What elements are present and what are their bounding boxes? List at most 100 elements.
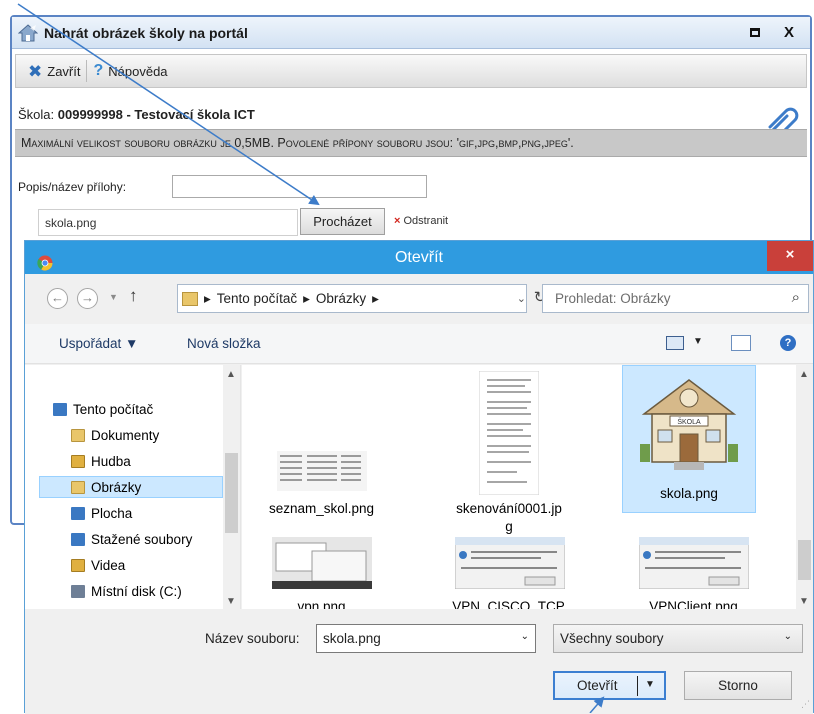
new-folder-button[interactable]: Nová složka (187, 336, 261, 351)
scroll-up-icon[interactable]: ▲ (799, 369, 809, 380)
nav-item-label: Místní disk (C:) (91, 583, 182, 599)
file-tile[interactable]: VPNClient.png (626, 533, 761, 609)
file-scrollbar[interactable]: ▲ ▼ (796, 365, 813, 609)
nav-item-downloads[interactable]: Stažené soubory (71, 528, 192, 550)
documents-icon (71, 428, 85, 442)
filetype-dropdown-icon: ⌄ (783, 631, 792, 642)
portal-titlebar: Nahrát obrázek školy na portál X (12, 17, 810, 49)
remove-link[interactable]: × Odstranit (394, 215, 448, 227)
file-tile[interactable]: VPN_CISCO_TCP. (442, 533, 577, 609)
downloads-icon (71, 532, 85, 546)
file-name: skola.png (660, 486, 718, 501)
close-button[interactable]: ✖ Zavřít (22, 55, 86, 87)
nav-scroll-thumb[interactable] (225, 453, 238, 533)
remove-label: Odstranit (403, 215, 449, 227)
nav-item-label: Plocha (91, 505, 133, 521)
scroll-up-icon[interactable]: ▲ (226, 369, 236, 380)
portal-toolbar: ✖ Zavřít ? Nápověda (15, 54, 807, 88)
file-name: VPN_CISCO_TCP. (452, 599, 567, 609)
navigation-pane: Tento počítač Dokumenty Hudba Obrázky Pl… (25, 365, 241, 609)
maximize-button[interactable] (749, 28, 760, 37)
pictures-icon (71, 480, 85, 494)
help-button[interactable]: ? Nápověda (87, 55, 173, 87)
open-dropdown-icon[interactable]: ▼ (645, 679, 655, 690)
file-tile[interactable]: vpn.png (254, 533, 389, 609)
school-house-icon (17, 23, 39, 42)
dialog-titlebar: Otevřít × (25, 241, 813, 274)
file-thumbnail (276, 451, 367, 491)
filename-label: Název souboru: (205, 631, 300, 646)
command-bar: Uspořádat ▼ Nová složka ▼ ? (25, 324, 813, 364)
filename-input[interactable]: skola.png ⌄ (316, 624, 536, 653)
question-icon: ? (93, 62, 104, 79)
file-scroll-thumb[interactable] (798, 540, 811, 580)
description-label: Popis/název přílohy: (18, 180, 127, 194)
search-input[interactable]: Prohledat: Obrázky ⌕ (542, 284, 809, 313)
portal-title: Nahrát obrázek školy na portál (44, 24, 248, 41)
nav-item-label: Videa (91, 557, 126, 573)
music-icon (71, 454, 85, 468)
upload-notice: Maximální velikost souboru obrázku je 0,… (15, 129, 807, 157)
forward-arrow-icon: → (77, 288, 98, 309)
scroll-down-icon[interactable]: ▼ (799, 596, 809, 607)
scroll-down-icon[interactable]: ▼ (226, 596, 236, 607)
nav-item-pictures[interactable]: Obrázky (39, 476, 223, 498)
close-label: Zavřít (47, 63, 81, 79)
address-bar: ← → ▼ ↑ ▸ Tento počítač ▸ Obrázky ▸ ⌄ ↻ … (25, 274, 813, 324)
nav-item-label: Obrázky (91, 479, 142, 495)
path-dropdown-icon[interactable]: ⌄ (517, 292, 526, 305)
school-label: Škola: (18, 107, 55, 122)
path-breadcrumb[interactable]: ▸ Tento počítač ▸ Obrázky ▸ ⌄ (177, 284, 527, 313)
open-file-dialog: Otevřít × ← → ▼ ↑ ▸ Tento počítač ▸ Obrá… (24, 240, 814, 714)
breadcrumb-pictures[interactable]: Obrázky (316, 291, 366, 306)
file-tile[interactable]: seznam_skol.png (254, 443, 389, 518)
file-list: seznam_skol.png skenování0001.jpg ŠKOLA … (242, 365, 813, 609)
filetype-select[interactable]: Všechny soubory ⌄ (553, 624, 803, 653)
file-name: skenování0001.jpg (456, 501, 562, 534)
breadcrumb-separator-icon: ▸ (372, 290, 379, 306)
dialog-close-button[interactable]: × (767, 241, 813, 271)
browse-button[interactable]: Procházet (300, 208, 385, 235)
close-window-button[interactable]: X (784, 25, 794, 40)
nav-scrollbar[interactable]: ▲ ▼ (223, 365, 240, 609)
help-label: Nápověda (108, 63, 168, 79)
nav-item-documents[interactable]: Dokumenty (71, 424, 159, 446)
back-button[interactable]: ← (47, 288, 68, 309)
nav-item-music[interactable]: Hudba (71, 450, 131, 472)
nav-item-label: Dokumenty (91, 427, 160, 443)
remove-icon: × (394, 215, 401, 227)
chrome-icon (37, 250, 53, 271)
resize-grip-icon[interactable]: ⋰ (801, 699, 810, 710)
nav-item-videos[interactable]: Videa (71, 554, 125, 576)
open-label: Otevřít (577, 678, 618, 693)
cancel-button[interactable]: Storno (684, 671, 792, 700)
breadcrumb-computer[interactable]: Tento počítač (217, 291, 297, 306)
view-dropdown-icon[interactable]: ▼ (693, 336, 703, 347)
filename-dropdown-icon[interactable]: ⌄ (521, 631, 529, 642)
file-tile[interactable]: skenování0001.jpg (454, 367, 564, 536)
description-input[interactable] (172, 175, 427, 198)
desktop-icon (71, 506, 85, 520)
open-button[interactable]: Otevřít ▼ (553, 671, 666, 700)
open-split-divider (637, 676, 638, 696)
file-name: vpn.png (297, 599, 346, 609)
nav-item-computer[interactable]: Tento počítač (53, 398, 153, 420)
dialog-footer: Název souboru: skola.png ⌄ Všechny soubo… (25, 609, 813, 714)
file-thumbnail (454, 536, 565, 590)
nav-item-desktop[interactable]: Plocha (71, 502, 132, 524)
forward-button[interactable]: → (77, 288, 98, 309)
recent-dropdown-icon[interactable]: ▼ (109, 292, 118, 302)
disk-icon (71, 584, 85, 598)
organize-button[interactable]: Uspořádat ▼ (59, 336, 138, 351)
file-tile-selected[interactable]: ŠKOLA skola.png (622, 365, 756, 513)
file-thumbnail (271, 537, 372, 589)
file-name: VPNClient.png (649, 599, 738, 609)
school-value: 009999998 - Testovací škola ICT (57, 107, 255, 122)
help-icon[interactable]: ? (780, 335, 796, 351)
nav-item-local-disk[interactable]: Místní disk (C:) (71, 580, 182, 602)
up-button[interactable]: ↑ (129, 286, 138, 306)
preview-pane-icon[interactable] (731, 335, 751, 351)
file-path-field[interactable]: skola.png (38, 209, 298, 236)
view-options-icon[interactable] (666, 336, 684, 350)
breadcrumb-separator-icon: ▸ (204, 290, 211, 306)
